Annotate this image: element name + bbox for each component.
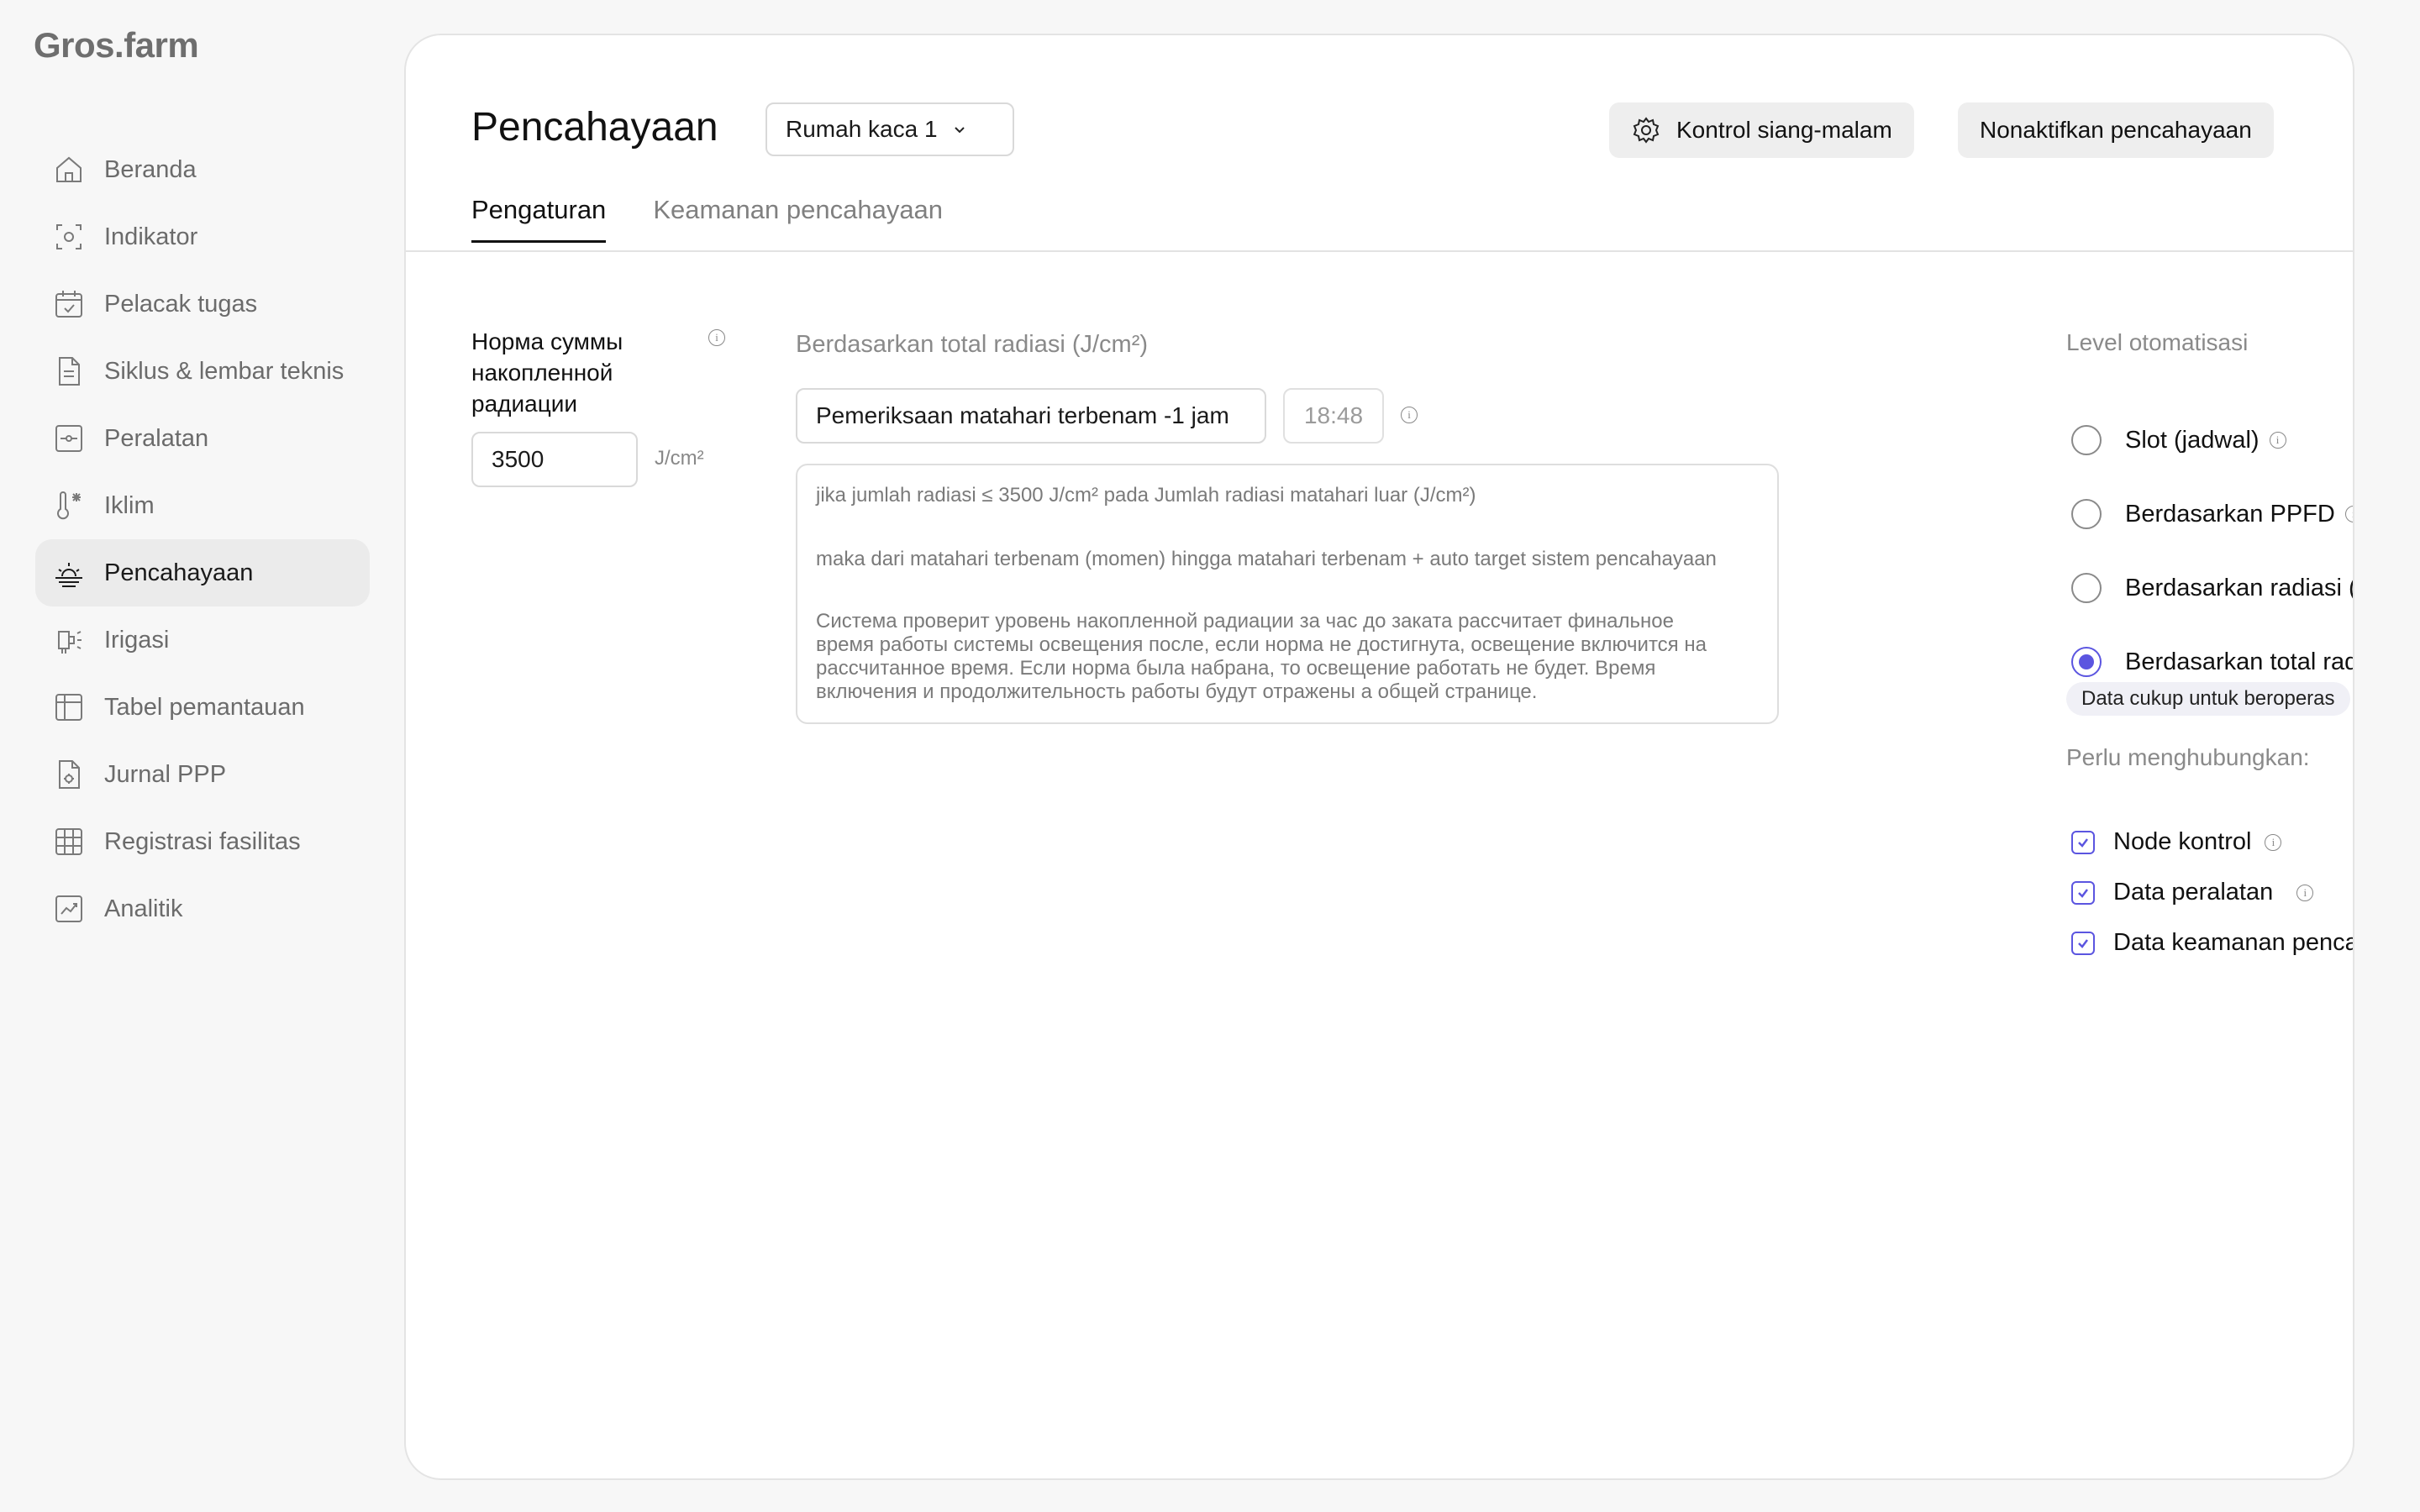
sidebar-item-jurnal-ppp[interactable]: Jurnal PPP (35, 741, 370, 808)
checkbox[interactable] (2071, 880, 2095, 905)
radiation-norm-label: Норма суммы накопленной радиации (471, 328, 623, 417)
rule-box: jika jumlah radiasi ≤ 3500 J/cm² pada Ju… (796, 464, 1779, 724)
sidebar-item-pelacak-tugas[interactable]: Pelacak tugas (35, 270, 370, 338)
info-icon[interactable]: i (1401, 407, 1418, 423)
requirement-lighting-safety-data[interactable]: Data keamanan penca (2071, 929, 2354, 957)
day-night-control-button[interactable]: Kontrol siang-malam (1609, 102, 1914, 158)
radio-label: Berdasarkan total rad (2125, 648, 2354, 675)
sidebar: Beranda Indikator Pelacak tugas Siklus &… (35, 136, 370, 942)
sidebar-item-iklim[interactable]: Iklim (35, 472, 370, 539)
sidebar-item-tabel-pemantauan[interactable]: Tabel pemantauan (35, 674, 370, 741)
radio-button[interactable] (2071, 499, 2102, 529)
chevron-down-icon (954, 127, 965, 134)
info-icon[interactable]: i (2269, 432, 2286, 449)
data-sufficient-badge: Data cukup untuk beroperas (2066, 682, 2350, 716)
sidebar-item-label: Analitik (104, 895, 183, 922)
chart-icon (50, 890, 87, 927)
sunrise-icon (50, 554, 87, 591)
sunset-check-select[interactable]: Pemeriksaan matahari terbenam -1 jam (796, 388, 1266, 444)
day-night-control-label: Kontrol siang-malam (1676, 117, 1892, 143)
sidebar-item-siklus[interactable]: Siklus & lembar teknis (35, 338, 370, 405)
sidebar-item-label: Jurnal PPP (104, 760, 227, 788)
calendar-check-icon (50, 286, 87, 323)
disable-lighting-label: Nonaktifkan pencahayaan (1980, 117, 2252, 143)
table-icon (50, 689, 87, 726)
check-icon (2078, 837, 2088, 848)
check-icon (2078, 938, 2088, 948)
sidebar-item-label: Pencahayaan (104, 559, 254, 586)
document-icon (50, 353, 87, 390)
info-icon[interactable]: i (2296, 884, 2314, 901)
sidebar-item-registrasi-fasilitas[interactable]: Registrasi fasilitas (35, 808, 370, 875)
automation-level-title: Level otomatisasi (2066, 329, 2249, 355)
sidebar-item-label: Siklus & lembar teknis (104, 357, 345, 385)
sidebar-item-label: Tabel pemantauan (104, 693, 305, 721)
requirements-title: Perlu menghubungkan: (2066, 744, 2310, 770)
basis-title: Berdasarkan total radiasi (J/cm²) (796, 331, 1149, 358)
greenhouse-select[interactable]: Rumah kaca 1 (765, 102, 1014, 156)
requirement-label: Node kontrol (2113, 828, 2252, 855)
radiation-norm-unit: J/cm² (655, 447, 704, 470)
rule-description: Система проверит уровень накопленной рад… (816, 610, 1707, 703)
requirement-label: Data keamanan penca (2113, 929, 2354, 956)
radio-label: Berdasarkan radiasi ( (2125, 574, 2354, 601)
check-icon (2078, 888, 2088, 898)
checkbox[interactable] (2071, 931, 2095, 955)
tab-settings[interactable]: Pengaturan (471, 195, 607, 243)
sidebar-item-label: Indikator (104, 223, 198, 250)
main-card: Pencahayaan Rumah kaca 1 Kontrol siang-m… (404, 34, 2354, 1480)
radio-button[interactable] (2071, 573, 2102, 603)
greenhouse-select-value: Rumah kaca 1 (786, 116, 938, 142)
check-time-field[interactable]: 18:48 (1283, 388, 1384, 444)
sidebar-item-indikator[interactable]: Indikator (35, 203, 370, 270)
tab-lighting-safety[interactable]: Keamanan pencahayaan (653, 195, 943, 243)
disable-lighting-button[interactable]: Nonaktifkan pencahayaan (1958, 102, 2274, 158)
sensor-icon (50, 218, 87, 255)
sidebar-item-analitik[interactable]: Analitik (35, 875, 370, 942)
radio-slot-schedule[interactable]: Slot (jadwal) i (2071, 425, 2286, 455)
app-logo: Gros.farm (34, 25, 199, 65)
requirement-label: Data peralatan (2113, 879, 2274, 906)
journal-icon (50, 756, 87, 793)
radio-label: Slot (jadwal) (2125, 426, 2260, 454)
requirement-equipment-data[interactable]: Data peralatan i (2071, 879, 2314, 906)
sidebar-item-label: Peralatan (104, 424, 209, 452)
sprinkler-icon (50, 622, 87, 659)
tab-bar: Pengaturan Keamanan pencahayaan (471, 195, 990, 243)
thermometer-icon (50, 487, 87, 524)
home-icon (50, 151, 87, 188)
checkbox[interactable] (2071, 830, 2095, 854)
info-icon[interactable]: i (2265, 833, 2282, 851)
sidebar-item-label: Irigasi (104, 626, 170, 654)
sidebar-item-beranda[interactable]: Beranda (35, 136, 370, 203)
radio-button[interactable] (2071, 425, 2102, 455)
page-title: Pencahayaan (471, 105, 718, 150)
radiation-norm-input[interactable]: 3500 (471, 432, 638, 487)
info-icon[interactable]: i (708, 329, 725, 346)
radio-radiation[interactable]: Berdasarkan radiasi ( (2071, 573, 2354, 603)
radio-ppfd[interactable]: Berdasarkan PPFD i (2071, 499, 2353, 529)
info-icon[interactable]: i (2344, 506, 2353, 522)
sidebar-item-peralatan[interactable]: Peralatan (35, 405, 370, 472)
sidebar-item-label: Pelacak tugas (104, 290, 258, 318)
grid-icon (50, 823, 87, 860)
rule-condition: jika jumlah radiasi ≤ 3500 J/cm² pada Ju… (816, 484, 1476, 507)
radio-label: Berdasarkan PPFD (2125, 500, 2335, 528)
sidebar-item-irigasi[interactable]: Irigasi (35, 606, 370, 674)
radio-button-selected[interactable] (2071, 647, 2102, 677)
rule-action: maka dari matahari terbenam (momen) hing… (816, 548, 1717, 570)
tab-divider (406, 250, 2353, 252)
gear-icon (1633, 117, 1660, 144)
radio-total-radiation[interactable]: Berdasarkan total rad (2071, 647, 2354, 677)
sidebar-item-pencahayaan[interactable]: Pencahayaan (35, 539, 370, 606)
sidebar-item-label: Registrasi fasilitas (104, 827, 301, 855)
equipment-icon (50, 420, 87, 457)
requirement-control-node[interactable]: Node kontrol i (2071, 828, 2282, 856)
sidebar-item-label: Beranda (104, 155, 197, 183)
sidebar-item-label: Iklim (104, 491, 155, 519)
